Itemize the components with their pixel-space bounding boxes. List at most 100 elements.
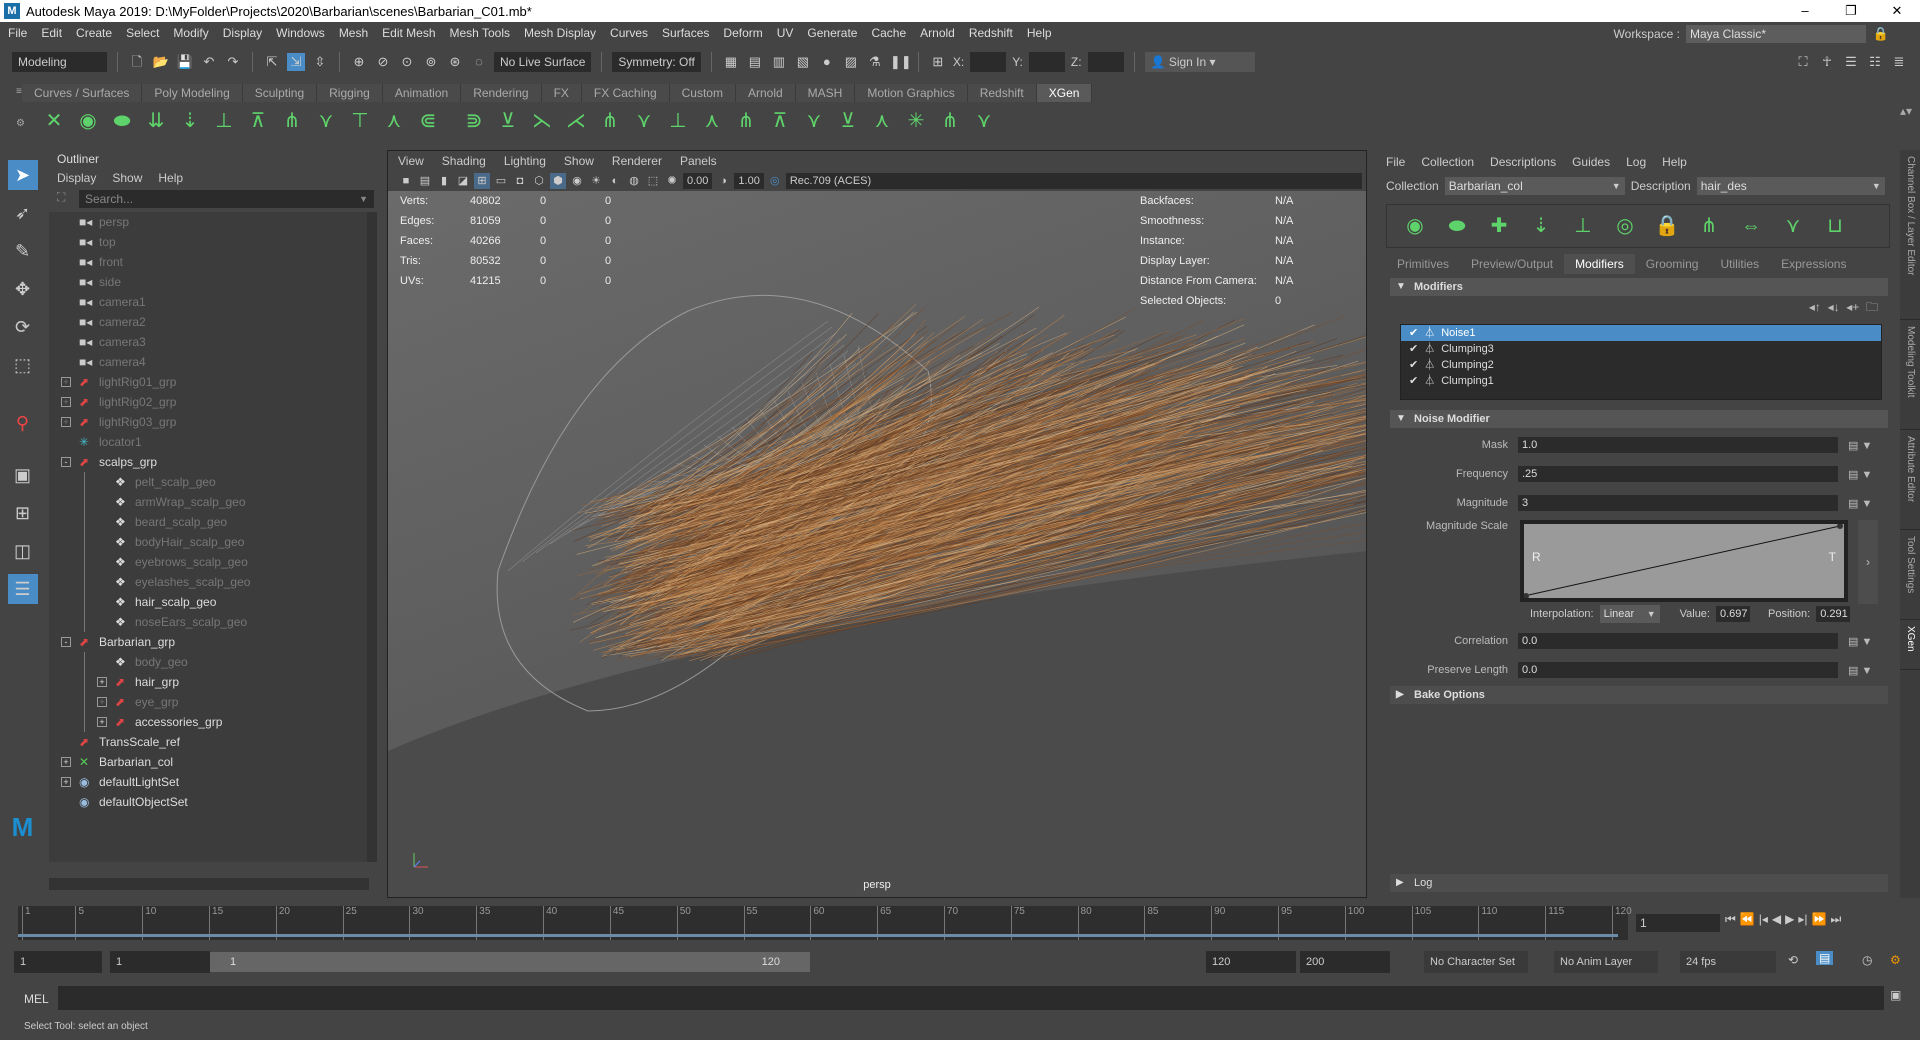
outliner-item[interactable]: + ⬈ lightRig03_grp xyxy=(49,412,369,432)
shelf-scroll-icon[interactable]: ▴▾ xyxy=(1900,104,1912,118)
outliner-item[interactable]: ❖ bodyHair_scalp_geo xyxy=(49,532,369,552)
outliner-item[interactable]: ■◂ camera3 xyxy=(49,332,369,352)
mask-input[interactable]: 1.0 xyxy=(1518,437,1838,453)
rotate-tool-icon[interactable]: ⟳ xyxy=(8,312,38,342)
length-shelf-icon[interactable]: ⊤ xyxy=(346,107,374,135)
move-tool-icon[interactable]: ✥ xyxy=(8,274,38,304)
menu-curves[interactable]: Curves xyxy=(610,26,648,40)
image-plane-icon[interactable]: ◪ xyxy=(455,173,471,189)
open-scene-icon[interactable]: 📂 xyxy=(152,53,170,71)
interpolation-dropdown[interactable]: Linear xyxy=(1599,605,1660,623)
bookmark-icon[interactable]: ▮ xyxy=(436,173,452,189)
menu-surfaces[interactable]: Surfaces xyxy=(662,26,709,40)
go-to-start-icon[interactable]: ⏮ xyxy=(1725,912,1736,927)
menu-mesh[interactable]: Mesh xyxy=(339,26,368,40)
clump-shelf-icon[interactable]: ⊥ xyxy=(210,107,238,135)
camera-lock-icon[interactable]: ▤ xyxy=(417,173,433,189)
shelf-tab-mash[interactable]: MASH xyxy=(795,84,856,102)
select-hierarchy-icon[interactable]: ⇱ xyxy=(263,53,281,71)
viewport-menu-show[interactable]: Show xyxy=(564,151,594,171)
menu-deform[interactable]: Deform xyxy=(723,26,762,40)
select-guides-icon[interactable]: ⋎ xyxy=(1779,212,1807,240)
add-modifier-icon[interactable]: ◂+ xyxy=(1846,300,1859,314)
snap-magnet-icon[interactable]: ◌ xyxy=(470,53,488,71)
outliner-layout-icon[interactable]: ☰ xyxy=(7,574,38,604)
live-surface-field[interactable]: No Live Surface xyxy=(494,52,592,72)
color-management-icon[interactable]: ◎ xyxy=(767,173,783,189)
sculpt-guides-icon[interactable]: ⇣ xyxy=(1527,212,1555,240)
render-settings-icon[interactable]: ▧ xyxy=(794,53,812,71)
viewport-menu-panels[interactable]: Panels xyxy=(680,151,717,171)
scale-tool-icon[interactable]: ⬚ xyxy=(8,350,38,380)
camera-select-icon[interactable]: ■ xyxy=(398,173,414,189)
shelf-settings-icon[interactable]: ⚙ xyxy=(16,118,25,129)
transform-input-icon[interactable]: ⊞ xyxy=(929,53,947,71)
shelf-tab-rigging[interactable]: Rigging xyxy=(317,84,383,102)
viewport-canvas[interactable]: Verts: 40802 0 0 Edges: 81059 0 0 Faces: 40266 0 0 T… xyxy=(388,191,1366,897)
select-tool-icon[interactable]: ➤ xyxy=(7,160,38,190)
outliner-item[interactable]: + ⬈ lightRig01_grp xyxy=(49,372,369,392)
coil-shelf-icon[interactable]: ⋏ xyxy=(868,107,896,135)
outliner-item[interactable]: ❖ eyelashes_scalp_geo xyxy=(49,572,369,592)
xgen-tab-grooming[interactable]: Grooming xyxy=(1635,254,1710,274)
playback-end-input[interactable]: 120 xyxy=(1206,951,1296,973)
undo-icon[interactable]: ↶ xyxy=(200,53,218,71)
menu-windows[interactable]: Windows xyxy=(276,26,325,40)
outliner-item[interactable]: ■◂ top xyxy=(49,232,369,252)
command-language-label[interactable]: MEL xyxy=(24,992,49,1006)
add-guide-icon[interactable]: ✚ xyxy=(1485,212,1513,240)
outliner-item[interactable]: + ✕ Barbarian_col xyxy=(49,752,369,772)
add-guides-icon[interactable]: ⊥ xyxy=(1569,212,1597,240)
shelf-tab-poly-modeling[interactable]: Poly Modeling xyxy=(142,84,243,102)
render-setup-icon[interactable]: ⚗ xyxy=(866,53,884,71)
menu-help[interactable]: Help xyxy=(1027,26,1052,40)
correlation-input[interactable]: 0.0 xyxy=(1518,633,1838,649)
smooth-shade-icon[interactable]: ⬢ xyxy=(550,173,566,189)
menu-edit-mesh[interactable]: Edit Mesh xyxy=(382,26,435,40)
settings-shelf-icon[interactable]: ✳ xyxy=(902,107,930,135)
expand-plus-icon[interactable]: + xyxy=(97,697,107,707)
xray-icon[interactable]: ◍ xyxy=(626,173,642,189)
new-scene-icon[interactable]: 🗋 xyxy=(128,53,146,71)
menu-mesh-display[interactable]: Mesh Display xyxy=(524,26,596,40)
outliner-item[interactable]: ✳ locator1 xyxy=(49,432,369,452)
shelf-tab-fx[interactable]: FX xyxy=(541,84,582,102)
modifier-list-item[interactable]: ✔ ⏃ Clumping1 xyxy=(1401,373,1881,389)
expand-plus-icon[interactable]: + xyxy=(97,717,107,727)
toggle-preview-shelf-icon[interactable]: ⬬ xyxy=(108,107,136,135)
modifier-list-item[interactable]: ✔ ⏃ Clumping3 xyxy=(1401,341,1881,357)
expression-editor-icon[interactable]: ▤ ▼ xyxy=(1848,468,1872,481)
clear-preview-icon[interactable]: ⬬ xyxy=(1443,212,1471,240)
outliner-item[interactable]: ❖ pelt_scalp_geo xyxy=(49,472,369,492)
preview-icon[interactable]: ◉ xyxy=(1401,212,1429,240)
sculpt-shelf-icon[interactable]: ⇣ xyxy=(176,107,204,135)
menu-redshift[interactable]: Redshift xyxy=(969,26,1013,40)
noise-modifier-section-header[interactable]: ▼ Noise Modifier xyxy=(1390,410,1888,428)
select-object-icon[interactable]: ⇲ xyxy=(287,53,305,71)
menu-modify[interactable]: Modify xyxy=(173,26,208,40)
tab-modeling-toolkit[interactable]: Modeling Toolkit xyxy=(1900,320,1920,430)
create-description-shelf-icon[interactable]: ◉ xyxy=(74,107,102,135)
maximize-button[interactable]: ❐ xyxy=(1828,0,1874,22)
modifier-library-icon[interactable]: 🗀 xyxy=(1866,300,1878,314)
shelf-tab-rendering[interactable]: Rendering xyxy=(461,84,542,102)
checkbox-checked-icon[interactable]: ✔ xyxy=(1409,341,1418,357)
xgen-groom-tool-icon[interactable]: ⚲ xyxy=(8,408,38,438)
paint-select-icon[interactable]: ✎ xyxy=(8,236,38,266)
checkbox-checked-icon[interactable]: ✔ xyxy=(1409,373,1418,389)
outliner-item[interactable]: ❖ eyebrows_scalp_geo xyxy=(49,552,369,572)
outliner-item[interactable]: ■◂ camera2 xyxy=(49,312,369,332)
shelf-tab-animation[interactable]: Animation xyxy=(382,84,462,102)
anim-prefs-icon[interactable]: ◷ xyxy=(1862,953,1872,967)
viewport-menu-view[interactable]: View xyxy=(398,151,424,171)
auto-key-icon[interactable]: ▤ xyxy=(1816,951,1834,965)
x-input[interactable] xyxy=(970,52,1007,72)
cut-shelf-icon[interactable]: ⊼ xyxy=(244,107,272,135)
magnitude-scale-ramp[interactable]: R T xyxy=(1520,520,1848,602)
exposure-icon[interactable]: ✺ xyxy=(664,173,680,189)
gamma-icon[interactable]: ◑ xyxy=(715,173,731,189)
playback-start-input[interactable]: 1 xyxy=(110,951,210,973)
menu-display[interactable]: Display xyxy=(223,26,262,40)
xgen-tab-expressions[interactable]: Expressions xyxy=(1770,254,1857,274)
minimize-button[interactable]: – xyxy=(1782,0,1828,22)
